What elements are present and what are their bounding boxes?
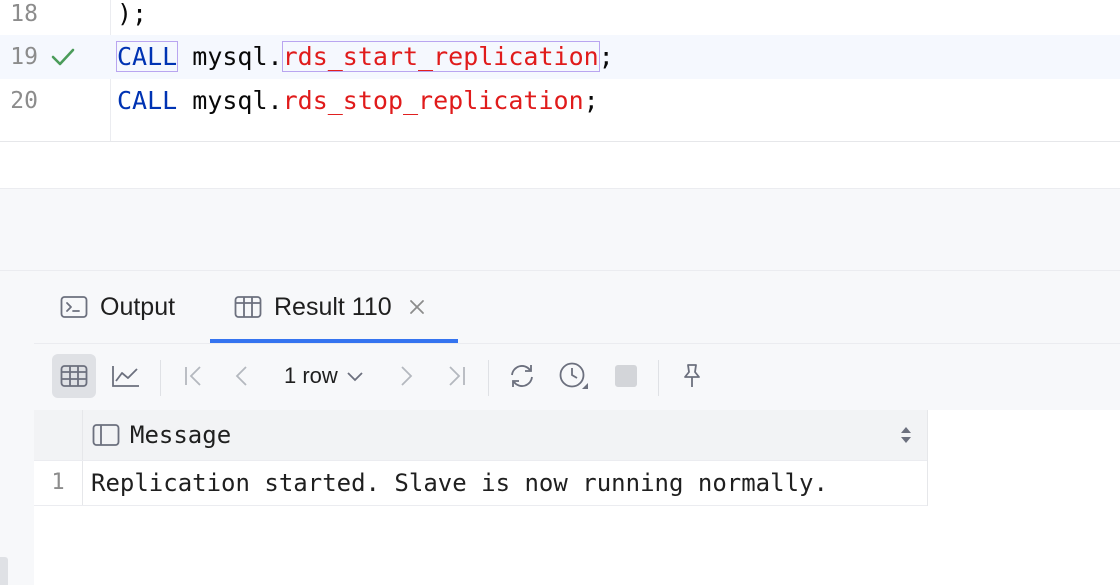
next-page-icon bbox=[401, 366, 413, 386]
tab-label: Result 110 bbox=[274, 292, 392, 321]
chevron-down-icon bbox=[347, 372, 363, 382]
close-icon[interactable] bbox=[408, 298, 426, 316]
sql-schema: mysql. bbox=[192, 86, 283, 115]
tab-result[interactable]: Result 110 bbox=[234, 271, 426, 343]
refresh-button[interactable] bbox=[500, 354, 544, 398]
previous-page-button[interactable] bbox=[220, 354, 264, 398]
pin-button[interactable] bbox=[670, 354, 714, 398]
tab-label: Output bbox=[100, 292, 176, 321]
stop-icon bbox=[615, 365, 637, 387]
table-icon bbox=[234, 296, 262, 318]
active-tab-indicator bbox=[210, 339, 458, 343]
sql-function: rds_start_replication bbox=[281, 41, 600, 72]
last-page-button[interactable] bbox=[434, 354, 478, 398]
chart-view-icon bbox=[112, 366, 139, 387]
grid-column-border bbox=[927, 410, 928, 506]
table-row[interactable]: 1 Replication started. Slave is now runn… bbox=[34, 461, 927, 506]
result-toolbar: 1 row bbox=[34, 344, 1120, 410]
toolbar-separator bbox=[658, 360, 659, 396]
row-number: 1 bbox=[34, 461, 83, 505]
sql-keyword: CALL bbox=[115, 41, 179, 72]
history-button[interactable] bbox=[552, 354, 596, 398]
code-line[interactable]: 20 CALL mysql.rds_stop_replication; bbox=[0, 79, 1120, 123]
code-line-current[interactable]: 19 CALL mysql.rds_start_replication; bbox=[0, 35, 1120, 79]
code-text[interactable]: CALL mysql.rds_start_replication; bbox=[115, 35, 614, 79]
console-icon bbox=[60, 296, 88, 318]
sql-keyword: CALL bbox=[117, 86, 178, 115]
check-icon bbox=[51, 48, 75, 66]
chart-view-button[interactable] bbox=[104, 354, 148, 398]
toolbar-separator bbox=[488, 360, 489, 396]
last-page-icon bbox=[449, 366, 465, 386]
previous-page-icon bbox=[235, 366, 247, 386]
toolbar-separator bbox=[160, 360, 161, 396]
rows-count: 1 row bbox=[284, 363, 338, 388]
line-number: 19 bbox=[10, 44, 38, 70]
result-tab-bar: Output Result 110 bbox=[34, 271, 1120, 344]
stop-button[interactable] bbox=[604, 354, 648, 398]
table-view-button[interactable] bbox=[52, 354, 96, 398]
first-page-icon bbox=[185, 366, 201, 386]
line-number: 20 bbox=[10, 88, 38, 114]
sql-function: rds_stop_replication bbox=[282, 86, 584, 115]
panel-gap bbox=[0, 188, 1120, 271]
code-punctuation: ); bbox=[117, 0, 148, 28]
left-tool-strip bbox=[0, 271, 34, 585]
first-page-button[interactable] bbox=[172, 354, 216, 398]
code-text[interactable]: CALL mysql.rds_stop_replication; bbox=[117, 79, 599, 123]
refresh-icon bbox=[511, 365, 533, 387]
column-header-message[interactable]: Message bbox=[82, 410, 928, 460]
column-label: Message bbox=[130, 421, 232, 449]
table-view-icon bbox=[60, 365, 88, 387]
history-icon bbox=[559, 362, 588, 389]
left-strip-marker[interactable] bbox=[0, 557, 8, 585]
tab-output[interactable]: Output bbox=[60, 271, 175, 343]
rows-selector[interactable]: 1 row bbox=[284, 354, 364, 398]
result-grid[interactable]: Message 1 Replication started. Slave is … bbox=[34, 410, 1120, 585]
code-text[interactable]: ); bbox=[117, 0, 147, 36]
pin-icon bbox=[684, 364, 700, 387]
services-tool-window: Output Result 110 1 row Message 1 Replic… bbox=[0, 270, 1120, 585]
row-number-header[interactable] bbox=[34, 410, 83, 460]
column-icon bbox=[92, 424, 120, 446]
code-punctuation: ; bbox=[598, 42, 614, 71]
sort-icon[interactable] bbox=[899, 424, 913, 446]
line-number: 18 bbox=[10, 1, 38, 27]
code-punctuation: ; bbox=[583, 86, 599, 115]
sql-schema: mysql. bbox=[192, 42, 283, 71]
grid-header: Message bbox=[34, 410, 928, 461]
sql-editor[interactable]: 18 ); 19 CALL mysql.rds_start_replicatio… bbox=[0, 0, 1120, 142]
table-cell[interactable]: Replication started. Slave is now runnin… bbox=[91, 461, 828, 505]
code-line[interactable]: 18 ); bbox=[0, 0, 1120, 36]
editor-gap bbox=[0, 142, 1120, 188]
next-page-button[interactable] bbox=[384, 354, 428, 398]
